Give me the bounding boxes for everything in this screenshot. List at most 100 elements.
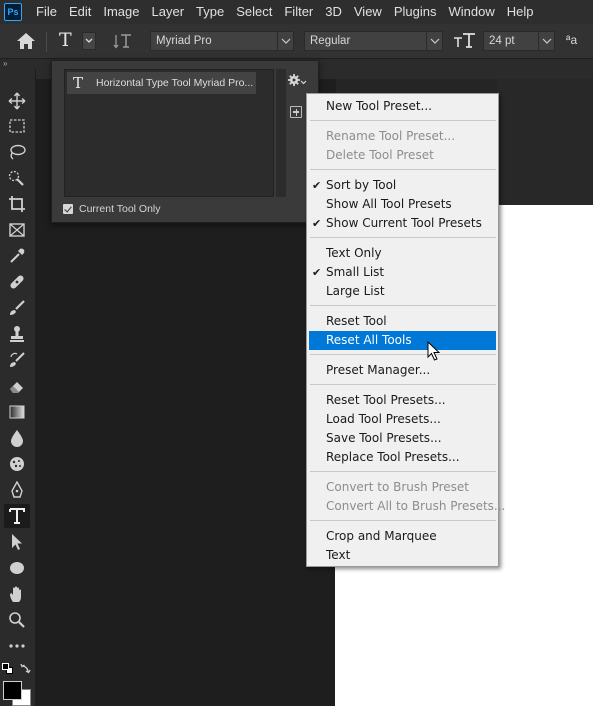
gradient-icon[interactable] xyxy=(4,400,30,424)
blur-icon[interactable] xyxy=(4,426,30,450)
menu-separator xyxy=(310,305,496,306)
type-icon[interactable] xyxy=(4,504,30,528)
font-style-value: Regular xyxy=(310,35,351,47)
new-preset-button[interactable] xyxy=(290,106,302,118)
checkmark-icon: ✔ xyxy=(312,217,322,230)
menu-item-show-all-tool-presets[interactable]: Show All Tool Presets xyxy=(309,195,496,214)
menu-separator xyxy=(310,120,496,121)
tool-preset-panel: T Horizontal Type Tool Myriad Pro... Cur… xyxy=(51,60,319,223)
checkmark-icon: ✔ xyxy=(312,179,322,192)
preset-list: T Horizontal Type Tool Myriad Pro... xyxy=(64,69,274,197)
menu-item-replace-tool-presets[interactable]: Replace Tool Presets... xyxy=(309,448,496,467)
menu-item-save-tool-presets[interactable]: Save Tool Presets... xyxy=(309,429,496,448)
menu-filter[interactable]: Filter xyxy=(278,0,319,24)
font-family-value: Myriad Pro xyxy=(156,35,212,47)
font-size-icon xyxy=(453,32,477,53)
sponge-icon[interactable] xyxy=(4,452,30,476)
menu-separator xyxy=(310,237,496,238)
preset-context-menu: New Tool Preset... Rename Tool Preset...… xyxy=(306,93,506,567)
brush-icon[interactable] xyxy=(4,296,30,320)
stamp-icon[interactable] xyxy=(4,322,30,346)
crop-icon[interactable] xyxy=(4,192,30,216)
current-tool-only-checkbox[interactable]: Current Tool Only xyxy=(63,203,161,215)
type-tool-icon: T xyxy=(59,29,72,51)
menu-item-show-current-tool-presets[interactable]: ✔ Show Current Tool Presets xyxy=(309,214,496,233)
lasso-icon[interactable] xyxy=(4,140,30,164)
menu-edit[interactable]: Edit xyxy=(63,0,97,24)
menu-type[interactable]: Type xyxy=(190,0,230,24)
swap-colors-icon[interactable] xyxy=(20,662,32,677)
menu-item-crop-and-marquee[interactable]: Crop and Marquee xyxy=(309,527,496,546)
frame-icon[interactable] xyxy=(4,218,30,242)
font-family-dropdown[interactable]: Myriad Pro xyxy=(150,31,294,51)
menu-item-preset-manager[interactable]: Preset Manager... xyxy=(309,361,496,380)
menu-item-reset-tool-presets[interactable]: Reset Tool Presets... xyxy=(309,391,496,410)
checkmark-icon: ✔ xyxy=(312,266,322,279)
menu-item-large-list[interactable]: Large List xyxy=(309,282,496,301)
preset-list-item[interactable]: T Horizontal Type Tool Myriad Pro... xyxy=(67,72,256,94)
marquee-icon[interactable] xyxy=(4,114,30,138)
menu-layer[interactable]: Layer xyxy=(146,0,191,24)
healing-icon[interactable] xyxy=(4,270,30,294)
menu-item-delete-tool-preset: Delete Tool Preset xyxy=(326,148,434,162)
chevron-down-icon xyxy=(538,32,554,50)
menu-item-small-list[interactable]: ✔ Small List xyxy=(309,263,496,282)
menu-item-load-tool-presets[interactable]: Load Tool Presets... xyxy=(309,410,496,429)
eraser-icon[interactable] xyxy=(4,374,30,398)
current-tool-only-label: Current Tool Only xyxy=(79,203,161,215)
options-bar: T Myriad Pro Regular 24 pt ªa xyxy=(0,24,593,59)
hand-icon[interactable] xyxy=(4,582,30,606)
menu-window[interactable]: Window xyxy=(442,0,500,24)
quick-select-icon[interactable] xyxy=(4,166,30,190)
foreground-color-swatch[interactable] xyxy=(3,681,22,700)
eyedropper-icon[interactable] xyxy=(4,244,30,268)
more-tools-icon[interactable] xyxy=(4,634,30,658)
text-orientation-icon[interactable] xyxy=(113,32,135,53)
menu-select[interactable]: Select xyxy=(230,0,278,24)
mouse-pointer-icon xyxy=(427,340,441,364)
menu-item-text[interactable]: Text xyxy=(309,546,496,565)
tool-preset-picker[interactable]: T xyxy=(54,29,98,53)
menu-item-rename-tool-preset: Rename Tool Preset... xyxy=(326,129,456,143)
photoshop-logo: Ps xyxy=(4,3,22,21)
menu-item-reset-tool[interactable]: Reset Tool xyxy=(309,312,496,331)
type-tool-icon: T xyxy=(73,74,84,92)
ellipse-icon[interactable] xyxy=(4,556,30,580)
menu-item-text-only[interactable]: Text Only xyxy=(309,244,496,263)
menu-separator xyxy=(310,169,496,170)
chevron-down-icon xyxy=(277,32,293,50)
menu-item-new-tool-preset[interactable]: New Tool Preset... xyxy=(309,97,496,116)
font-size-dropdown[interactable]: 24 pt xyxy=(483,31,555,51)
menu-separator xyxy=(310,471,496,472)
move-icon[interactable] xyxy=(4,89,30,113)
font-style-dropdown[interactable]: Regular xyxy=(304,31,443,51)
gear-icon[interactable] xyxy=(284,71,310,89)
menu-help[interactable]: Help xyxy=(501,0,540,24)
menu-separator xyxy=(310,384,496,385)
canvas-pasteboard xyxy=(497,79,593,205)
menu-view[interactable]: View xyxy=(348,0,388,24)
anti-alias-icon[interactable]: ªa xyxy=(566,33,577,47)
pen-icon[interactable] xyxy=(4,478,30,502)
menu-3d[interactable]: 3D xyxy=(319,0,348,24)
menu-file[interactable]: File xyxy=(30,0,63,24)
menu-item-sort-by-tool[interactable]: ✔ Sort by Tool xyxy=(309,176,496,195)
toolbar xyxy=(0,69,36,706)
menu-item-convert-to-brush-preset: Convert to Brush Preset xyxy=(326,480,469,494)
zoom-icon[interactable] xyxy=(4,608,30,632)
menu-plugins[interactable]: Plugins xyxy=(388,0,443,24)
path-select-icon[interactable] xyxy=(4,530,30,554)
menu-image[interactable]: Image xyxy=(97,0,145,24)
default-colors-icon[interactable] xyxy=(2,663,14,675)
menu-item-convert-all-to-brush-presets: Convert All to Brush Presets... xyxy=(326,499,506,513)
menu-bar: Ps File Edit Image Layer Type Select Fil… xyxy=(0,0,593,24)
history-brush-icon[interactable] xyxy=(4,348,30,372)
checkbox-checked-icon[interactable] xyxy=(63,204,73,214)
menu-separator xyxy=(310,520,496,521)
font-size-value: 24 pt xyxy=(489,35,515,47)
toolbar-collapse-button[interactable]: » xyxy=(0,59,36,69)
chevron-down-icon xyxy=(82,32,96,50)
chevron-down-icon xyxy=(426,32,442,50)
menu-item-reset-all-tools[interactable]: Reset All Tools xyxy=(309,331,496,350)
home-icon[interactable] xyxy=(16,32,36,53)
